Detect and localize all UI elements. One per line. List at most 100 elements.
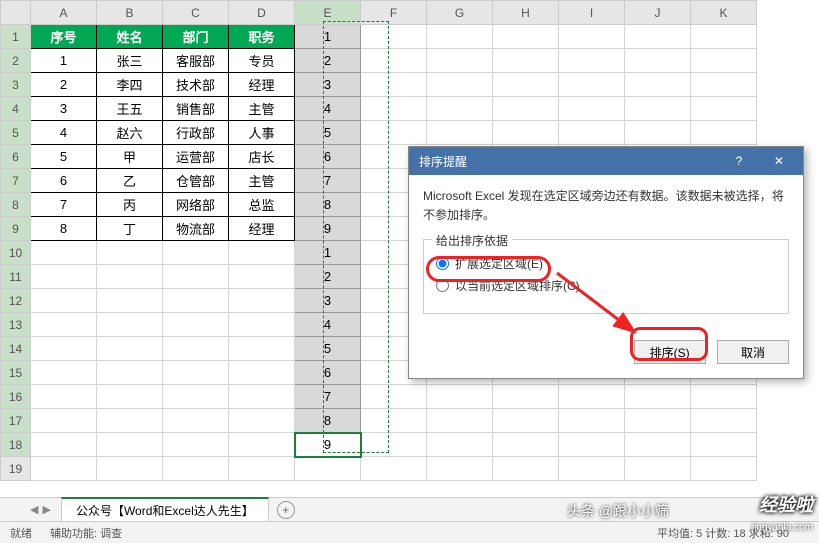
cell[interactable]: 经理	[229, 217, 295, 241]
row-4[interactable]: 4	[1, 97, 31, 121]
cell[interactable]: 1	[295, 25, 361, 49]
cell[interactable]: 仓管部	[163, 169, 229, 193]
cell[interactable]	[163, 409, 229, 433]
cell[interactable]	[163, 385, 229, 409]
cell[interactable]	[625, 457, 691, 481]
cell[interactable]	[427, 73, 493, 97]
cell[interactable]	[625, 97, 691, 121]
cell[interactable]	[427, 433, 493, 457]
cell[interactable]	[97, 265, 163, 289]
cell[interactable]: 主管	[229, 169, 295, 193]
cell[interactable]: 5	[295, 337, 361, 361]
radio-current-selection[interactable]: 以当前选定区域排序(C)	[436, 277, 776, 294]
cell[interactable]	[493, 457, 559, 481]
cell[interactable]	[691, 409, 757, 433]
sort-button[interactable]: 排序(S)	[634, 340, 706, 364]
cell[interactable]	[691, 457, 757, 481]
cell[interactable]	[559, 385, 625, 409]
tab-nav-controls[interactable]: ◀ ▶	[30, 503, 51, 516]
cell[interactable]	[229, 433, 295, 457]
cell[interactable]	[163, 313, 229, 337]
tab-nav-next-icon[interactable]: ▶	[42, 503, 50, 516]
cell[interactable]: 客服部	[163, 49, 229, 73]
cell[interactable]	[427, 409, 493, 433]
row-3[interactable]: 3	[1, 73, 31, 97]
cell[interactable]: 销售部	[163, 97, 229, 121]
cell[interactable]: 2	[31, 73, 97, 97]
col-D[interactable]: D	[229, 1, 295, 25]
cell[interactable]: 物流部	[163, 217, 229, 241]
cell[interactable]: 张三	[97, 49, 163, 73]
select-all-corner[interactable]	[1, 1, 31, 25]
cell[interactable]	[559, 49, 625, 73]
cell[interactable]	[97, 385, 163, 409]
cancel-button[interactable]: 取消	[717, 340, 789, 364]
cell[interactable]: 1	[31, 49, 97, 73]
help-button[interactable]: ?	[719, 149, 759, 173]
cell[interactable]	[163, 433, 229, 457]
cell[interactable]	[361, 49, 427, 73]
cell[interactable]	[229, 361, 295, 385]
col-E[interactable]: E	[295, 1, 361, 25]
cell[interactable]: 7	[295, 169, 361, 193]
cell[interactable]	[493, 97, 559, 121]
cell[interactable]: 网络部	[163, 193, 229, 217]
cell[interactable]: 9	[295, 433, 361, 457]
cell[interactable]: 4	[295, 313, 361, 337]
cell[interactable]	[691, 433, 757, 457]
cell[interactable]: 经理	[229, 73, 295, 97]
cell[interactable]	[559, 121, 625, 145]
cell[interactable]	[361, 385, 427, 409]
cell[interactable]	[229, 313, 295, 337]
cell[interactable]	[229, 409, 295, 433]
cell[interactable]: 店长	[229, 145, 295, 169]
cell[interactable]: 5	[295, 121, 361, 145]
cell[interactable]	[97, 457, 163, 481]
col-F[interactable]: F	[361, 1, 427, 25]
cell[interactable]: 王五	[97, 97, 163, 121]
cell[interactable]	[625, 25, 691, 49]
close-button[interactable]: ✕	[759, 149, 799, 173]
cell[interactable]: 主管	[229, 97, 295, 121]
cell[interactable]: 6	[295, 145, 361, 169]
cell[interactable]	[229, 337, 295, 361]
cell[interactable]: 序号	[31, 25, 97, 49]
cell[interactable]	[229, 265, 295, 289]
cell[interactable]	[427, 385, 493, 409]
cell[interactable]	[163, 337, 229, 361]
cell[interactable]	[31, 241, 97, 265]
cell[interactable]	[97, 361, 163, 385]
cell[interactable]	[97, 409, 163, 433]
cell[interactable]	[493, 433, 559, 457]
cell[interactable]	[493, 409, 559, 433]
cell[interactable]: 李四	[97, 73, 163, 97]
cell[interactable]: 8	[31, 217, 97, 241]
cell[interactable]	[361, 409, 427, 433]
tab-nav-prev-icon[interactable]: ◀	[30, 503, 38, 516]
radio-current-input[interactable]	[436, 279, 449, 292]
cell[interactable]: 3	[295, 289, 361, 313]
cell[interactable]: 8	[295, 193, 361, 217]
cell[interactable]	[163, 241, 229, 265]
cell[interactable]	[163, 289, 229, 313]
cell[interactable]	[625, 73, 691, 97]
cell[interactable]	[493, 49, 559, 73]
row-13[interactable]: 13	[1, 313, 31, 337]
cell[interactable]	[625, 49, 691, 73]
radio-expand-input[interactable]	[436, 257, 449, 270]
cell[interactable]	[427, 49, 493, 73]
cell[interactable]: 行政部	[163, 121, 229, 145]
col-K[interactable]: K	[691, 1, 757, 25]
cell[interactable]	[493, 121, 559, 145]
cell[interactable]: 赵六	[97, 121, 163, 145]
cell[interactable]	[361, 25, 427, 49]
cell[interactable]	[559, 457, 625, 481]
cell[interactable]	[31, 433, 97, 457]
cell[interactable]	[31, 385, 97, 409]
row-6[interactable]: 6	[1, 145, 31, 169]
cell[interactable]: 2	[295, 49, 361, 73]
cell[interactable]	[691, 25, 757, 49]
dialog-titlebar[interactable]: 排序提醒 ? ✕	[409, 147, 803, 175]
row-1[interactable]: 1	[1, 25, 31, 49]
cell[interactable]	[625, 409, 691, 433]
